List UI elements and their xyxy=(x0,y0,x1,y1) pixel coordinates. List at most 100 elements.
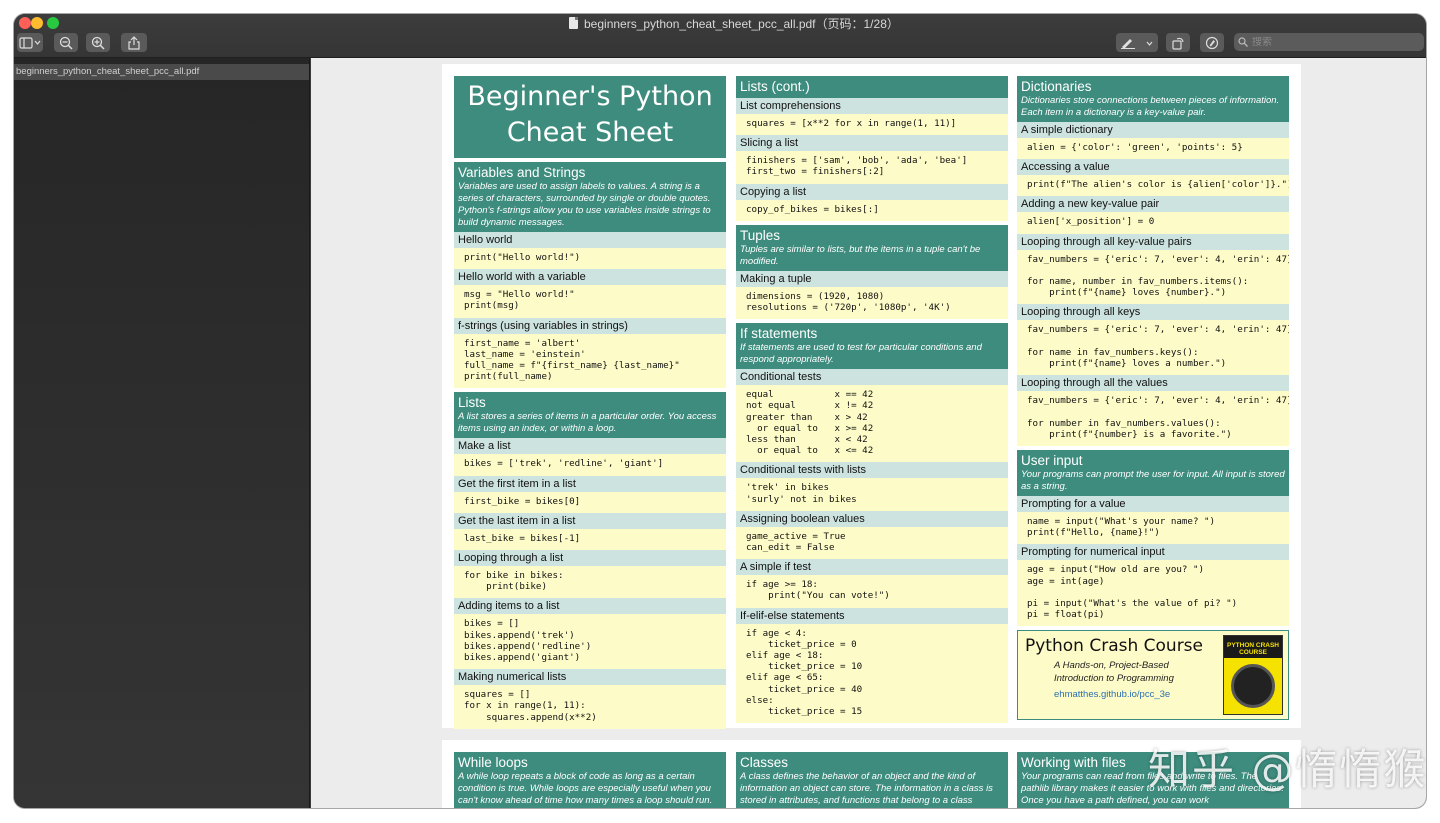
subsection-heading: Prompting for numerical input xyxy=(1017,544,1289,561)
promo-subtitle: A Hands-on, Project-Based Introduction t… xyxy=(1054,660,1174,685)
section-title: Variables and Strings xyxy=(458,165,586,180)
pdf-document-icon xyxy=(569,17,578,29)
code-block: first_bike = bikes[0] xyxy=(454,491,726,513)
subsection-heading: Looping through a list xyxy=(454,550,726,567)
cheat-sheet-title: Beginner's Python Cheat Sheet xyxy=(454,76,726,158)
code-block: fav_numbers = {'eric': 7, 'ever': 4, 'er… xyxy=(1017,320,1289,376)
section-header: If statements If statements are used to … xyxy=(736,323,1008,370)
section-title: Lists xyxy=(458,395,486,411)
code-block: if age >= 18: print("You can vote!") xyxy=(736,575,1008,608)
code-block: dimensions = (1920, 1080) resolutions = … xyxy=(736,286,1008,320)
code-block: fav_numbers = {'eric': 7, 'ever': 4, 'er… xyxy=(1017,391,1289,447)
close-window-button[interactable] xyxy=(19,17,31,29)
search-input[interactable] xyxy=(1252,36,1412,48)
subsection-heading: Get the first item in a list xyxy=(454,475,726,492)
book-cover-art xyxy=(1231,664,1275,709)
pdf-page-1: Beginner's Python Cheat Sheet Variables … xyxy=(442,64,1301,729)
subsection-heading: Looping through all the values xyxy=(1017,375,1289,392)
code-block: name = input("What's your name? ") print… xyxy=(1017,512,1289,545)
code-block: first_name = 'albert' last_name = 'einst… xyxy=(454,333,726,389)
subsection-heading: Copying a list xyxy=(736,183,1008,200)
code-block: alien['x_position'] = 0 xyxy=(1017,212,1289,234)
sidebar-toggle-button[interactable] xyxy=(17,33,43,52)
subsection-heading: List comprehensions xyxy=(736,98,1008,114)
subsection-heading: Hello world with a variable xyxy=(454,269,726,286)
code-block: squares = [] for x in range(1, 11): squa… xyxy=(454,685,726,729)
subsection-heading: Slicing a list xyxy=(736,135,1008,152)
section-header: Variables and Strings Variables are used… xyxy=(454,162,726,232)
book-promo: Python Crash Course A Hands-on, Project-… xyxy=(1017,630,1289,721)
code-block: alien = {'color': 'green', 'points': 5} xyxy=(1017,138,1289,160)
code-block: equal x == 42 not equal x != 42 greater … xyxy=(736,385,1008,463)
page1-column-1: Beginner's Python Cheat Sheet Variables … xyxy=(454,76,726,729)
subsection-heading: f-strings (using variables in strings) xyxy=(454,317,726,334)
section-header: Tuples Tuples are similar to lists, but … xyxy=(736,224,1008,271)
book-cover-title: PYTHON CRASH COURSE xyxy=(1224,636,1282,659)
rotate-button[interactable] xyxy=(1166,33,1190,52)
code-block: game_active = True can_edit = False xyxy=(736,526,1008,560)
annotate-button[interactable] xyxy=(1200,33,1224,52)
zoom-in-button[interactable] xyxy=(86,33,110,52)
section-header: While loops A while loop repeats a block… xyxy=(454,752,726,808)
chevron-down-icon xyxy=(34,40,41,45)
title-line-2: Cheat Sheet xyxy=(506,117,674,148)
section-description: A class defines the behavior of an objec… xyxy=(740,771,993,806)
zoom-out-button[interactable] xyxy=(54,33,78,52)
subsection-heading: A simple dictionary xyxy=(1017,122,1289,138)
annotate-icon xyxy=(1205,36,1219,49)
zoom-window-button[interactable] xyxy=(47,17,59,29)
code-block: bikes = [] bikes.append('trek') bikes.ap… xyxy=(454,614,726,670)
code-block: msg = "Hello world!" print(msg) xyxy=(454,285,726,318)
page2-column-1: While loops A while loop repeats a block… xyxy=(454,752,726,808)
window-title-text: beginners_python_cheat_sheet_pcc_all.pdf… xyxy=(584,16,899,31)
thumbnail-sidebar: beginners_python_cheat_sheet_pcc_all.pdf xyxy=(14,58,310,808)
search-field[interactable] xyxy=(1234,33,1424,51)
subsection-heading: Make a list xyxy=(454,438,726,455)
subsection-heading: Get the last item in a list xyxy=(454,512,726,529)
subsection-heading: Prompting for a value xyxy=(1017,496,1289,513)
section-title: If statements xyxy=(740,326,818,342)
section-header: Lists A list stores a series of items in… xyxy=(454,392,726,439)
markup-button[interactable] xyxy=(1116,33,1158,52)
section-header: Classes A class defines the behavior of … xyxy=(736,752,1008,808)
subsection-heading: Conditional tests xyxy=(736,369,1008,386)
minimize-window-button[interactable] xyxy=(31,17,43,29)
code-block: age = input("How old are you? ") age = i… xyxy=(1017,560,1289,627)
share-icon xyxy=(128,35,140,50)
code-block: if age < 4: ticket_price = 0 elif age < … xyxy=(736,623,1008,724)
book-cover-image: PYTHON CRASH COURSE xyxy=(1223,635,1283,716)
subsection-heading: Making a tuple xyxy=(736,270,1008,287)
sidebar-item-document[interactable]: beginners_python_cheat_sheet_pcc_all.pdf xyxy=(14,64,309,80)
code-block: for bike in bikes: print(bike) xyxy=(454,566,726,599)
promo-link[interactable]: ehmatthes.github.io/pcc_3e xyxy=(1054,689,1170,700)
subsection-heading: Adding items to a list xyxy=(454,598,726,615)
section-description: Variables are used to assign labels to v… xyxy=(458,181,711,228)
code-block: print("Hello world!") xyxy=(454,248,726,270)
share-button[interactable] xyxy=(121,33,147,52)
section-header: Dictionaries Dictionaries store connecti… xyxy=(1017,76,1289,122)
section-title: Tuples xyxy=(740,227,781,243)
section-description: If statements are used to test for parti… xyxy=(740,342,982,366)
search-icon xyxy=(1238,37,1248,47)
page1-column-3: Dictionaries Dictionaries store connecti… xyxy=(1017,76,1289,721)
sidebar-toggle-icon xyxy=(19,36,41,49)
code-block: squares = [x**2 for x in range(1, 11)] xyxy=(736,114,1008,136)
subsection-heading: Assigning boolean values xyxy=(736,510,1008,527)
section-title: Classes xyxy=(740,755,789,770)
window-title: beginners_python_cheat_sheet_pcc_all.pdf… xyxy=(569,15,899,31)
document-view[interactable]: Beginner's Python Cheat Sheet Variables … xyxy=(311,58,1426,808)
subsection-heading: If-elif-else statements xyxy=(736,607,1008,624)
subsection-heading: Making numerical lists xyxy=(454,669,726,686)
title-line-1: Beginner's Python xyxy=(467,81,713,112)
subsection-heading: Looping through all key-value pairs xyxy=(1017,233,1289,250)
subsection-heading: Accessing a value xyxy=(1017,159,1289,176)
subsection-heading: Conditional tests with lists xyxy=(736,462,1008,479)
section-description: Your programs can prompt the user for in… xyxy=(1021,469,1285,493)
subsection-heading: Adding a new key-value pair xyxy=(1017,196,1289,213)
section-description: A while loop repeats a block of code as … xyxy=(458,771,713,806)
section-title: While loops xyxy=(458,755,528,770)
page2-column-2: Classes A class defines the behavior of … xyxy=(736,752,1008,808)
section-description: Dictionaries store connections between p… xyxy=(1021,95,1280,118)
page1-column-2: Lists (cont.) List comprehensions square… xyxy=(736,76,1008,724)
code-block: last_bike = bikes[-1] xyxy=(454,528,726,551)
